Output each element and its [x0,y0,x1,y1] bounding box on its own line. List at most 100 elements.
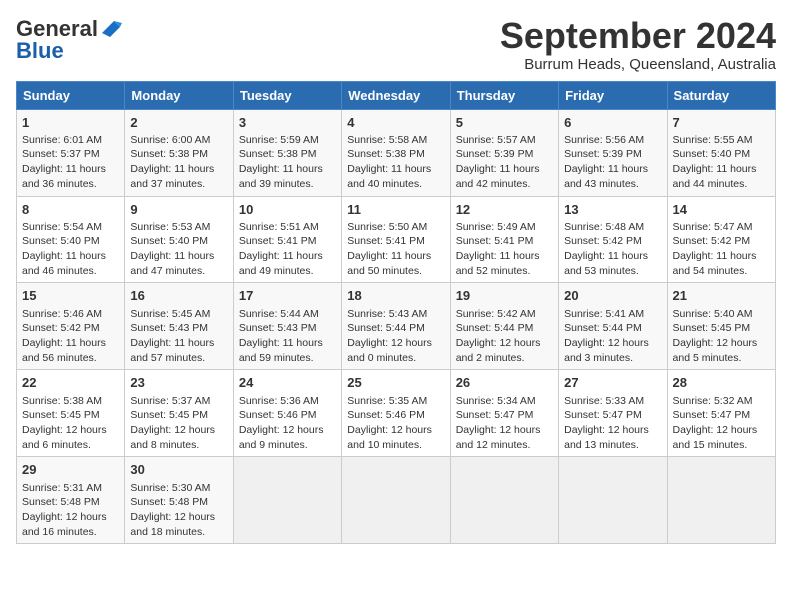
sunset-text: Sunset: 5:43 PM [239,321,336,336]
sunrise-text: Sunrise: 5:49 AM [456,220,553,235]
sunset-text: Sunset: 5:47 PM [673,408,770,423]
calendar-header-saturday: Saturday [667,81,775,109]
calendar-cell: 2Sunrise: 6:00 AMSunset: 5:38 PMDaylight… [125,109,233,196]
calendar-header-thursday: Thursday [450,81,558,109]
calendar-cell: 26Sunrise: 5:34 AMSunset: 5:47 PMDayligh… [450,370,558,457]
daylight-text: Daylight: 11 hours and 56 minutes. [22,336,119,365]
calendar-cell: 8Sunrise: 5:54 AMSunset: 5:40 PMDaylight… [17,196,125,283]
calendar-cell: 11Sunrise: 5:50 AMSunset: 5:41 PMDayligh… [342,196,450,283]
calendar-header-tuesday: Tuesday [233,81,341,109]
sunrise-text: Sunrise: 5:55 AM [673,133,770,148]
day-number: 18 [347,287,444,305]
daylight-text: Daylight: 11 hours and 43 minutes. [564,162,661,191]
sunrise-text: Sunrise: 5:46 AM [22,307,119,322]
sunset-text: Sunset: 5:38 PM [239,147,336,162]
sunrise-text: Sunrise: 5:36 AM [239,394,336,409]
sunrise-text: Sunrise: 5:50 AM [347,220,444,235]
day-number: 1 [22,114,119,132]
day-number: 9 [130,201,227,219]
day-number: 3 [239,114,336,132]
calendar-cell [450,457,558,544]
calendar-header-sunday: Sunday [17,81,125,109]
calendar-cell: 23Sunrise: 5:37 AMSunset: 5:45 PMDayligh… [125,370,233,457]
day-number: 2 [130,114,227,132]
sunset-text: Sunset: 5:41 PM [239,234,336,249]
sunrise-text: Sunrise: 5:56 AM [564,133,661,148]
daylight-text: Daylight: 11 hours and 46 minutes. [22,249,119,278]
daylight-text: Daylight: 11 hours and 42 minutes. [456,162,553,191]
calendar-cell: 28Sunrise: 5:32 AMSunset: 5:47 PMDayligh… [667,370,775,457]
daylight-text: Daylight: 12 hours and 15 minutes. [673,423,770,452]
sunset-text: Sunset: 5:42 PM [22,321,119,336]
calendar-week-1: 1Sunrise: 6:01 AMSunset: 5:37 PMDaylight… [17,109,776,196]
daylight-text: Daylight: 12 hours and 12 minutes. [456,423,553,452]
day-number: 12 [456,201,553,219]
day-number: 4 [347,114,444,132]
logo: General Blue [16,16,122,64]
sunrise-text: Sunrise: 5:34 AM [456,394,553,409]
sunset-text: Sunset: 5:44 PM [456,321,553,336]
sunset-text: Sunset: 5:48 PM [22,495,119,510]
sunrise-text: Sunrise: 5:57 AM [456,133,553,148]
sunset-text: Sunset: 5:38 PM [130,147,227,162]
day-number: 25 [347,374,444,392]
title-block: September 2024 Burrum Heads, Queensland,… [500,16,776,73]
calendar-cell: 20Sunrise: 5:41 AMSunset: 5:44 PMDayligh… [559,283,667,370]
calendar-cell: 1Sunrise: 6:01 AMSunset: 5:37 PMDaylight… [17,109,125,196]
day-number: 19 [456,287,553,305]
sunrise-text: Sunrise: 5:47 AM [673,220,770,235]
calendar-cell: 14Sunrise: 5:47 AMSunset: 5:42 PMDayligh… [667,196,775,283]
sunrise-text: Sunrise: 6:00 AM [130,133,227,148]
sunset-text: Sunset: 5:40 PM [673,147,770,162]
sunset-text: Sunset: 5:44 PM [347,321,444,336]
day-number: 26 [456,374,553,392]
calendar-title: September 2024 [500,16,776,56]
calendar-cell: 12Sunrise: 5:49 AMSunset: 5:41 PMDayligh… [450,196,558,283]
calendar-cell: 13Sunrise: 5:48 AMSunset: 5:42 PMDayligh… [559,196,667,283]
daylight-text: Daylight: 11 hours and 39 minutes. [239,162,336,191]
day-number: 6 [564,114,661,132]
daylight-text: Daylight: 11 hours and 50 minutes. [347,249,444,278]
daylight-text: Daylight: 12 hours and 13 minutes. [564,423,661,452]
sunset-text: Sunset: 5:45 PM [130,408,227,423]
calendar-cell [667,457,775,544]
daylight-text: Daylight: 12 hours and 5 minutes. [673,336,770,365]
day-number: 8 [22,201,119,219]
calendar-cell: 7Sunrise: 5:55 AMSunset: 5:40 PMDaylight… [667,109,775,196]
sunrise-text: Sunrise: 5:35 AM [347,394,444,409]
calendar-cell: 18Sunrise: 5:43 AMSunset: 5:44 PMDayligh… [342,283,450,370]
calendar-cell: 29Sunrise: 5:31 AMSunset: 5:48 PMDayligh… [17,457,125,544]
calendar-cell: 6Sunrise: 5:56 AMSunset: 5:39 PMDaylight… [559,109,667,196]
daylight-text: Daylight: 12 hours and 3 minutes. [564,336,661,365]
sunset-text: Sunset: 5:45 PM [22,408,119,423]
daylight-text: Daylight: 12 hours and 10 minutes. [347,423,444,452]
sunrise-text: Sunrise: 5:43 AM [347,307,444,322]
calendar-header-friday: Friday [559,81,667,109]
sunset-text: Sunset: 5:42 PM [564,234,661,249]
day-number: 16 [130,287,227,305]
daylight-text: Daylight: 12 hours and 18 minutes. [130,510,227,539]
day-number: 29 [22,461,119,479]
sunrise-text: Sunrise: 5:30 AM [130,481,227,496]
calendar-location: Burrum Heads, Queensland, Australia [500,56,776,73]
calendar-table: SundayMondayTuesdayWednesdayThursdayFrid… [16,81,776,545]
sunset-text: Sunset: 5:48 PM [130,495,227,510]
day-number: 21 [673,287,770,305]
sunrise-text: Sunrise: 5:37 AM [130,394,227,409]
day-number: 23 [130,374,227,392]
day-number: 24 [239,374,336,392]
calendar-cell: 15Sunrise: 5:46 AMSunset: 5:42 PMDayligh… [17,283,125,370]
calendar-header-row: SundayMondayTuesdayWednesdayThursdayFrid… [17,81,776,109]
calendar-cell: 21Sunrise: 5:40 AMSunset: 5:45 PMDayligh… [667,283,775,370]
logo-blue-text: Blue [16,38,64,64]
calendar-cell: 4Sunrise: 5:58 AMSunset: 5:38 PMDaylight… [342,109,450,196]
calendar-cell: 5Sunrise: 5:57 AMSunset: 5:39 PMDaylight… [450,109,558,196]
daylight-text: Daylight: 11 hours and 52 minutes. [456,249,553,278]
sunrise-text: Sunrise: 6:01 AM [22,133,119,148]
daylight-text: Daylight: 11 hours and 59 minutes. [239,336,336,365]
day-number: 30 [130,461,227,479]
day-number: 10 [239,201,336,219]
sunset-text: Sunset: 5:41 PM [347,234,444,249]
sunset-text: Sunset: 5:43 PM [130,321,227,336]
day-number: 7 [673,114,770,132]
